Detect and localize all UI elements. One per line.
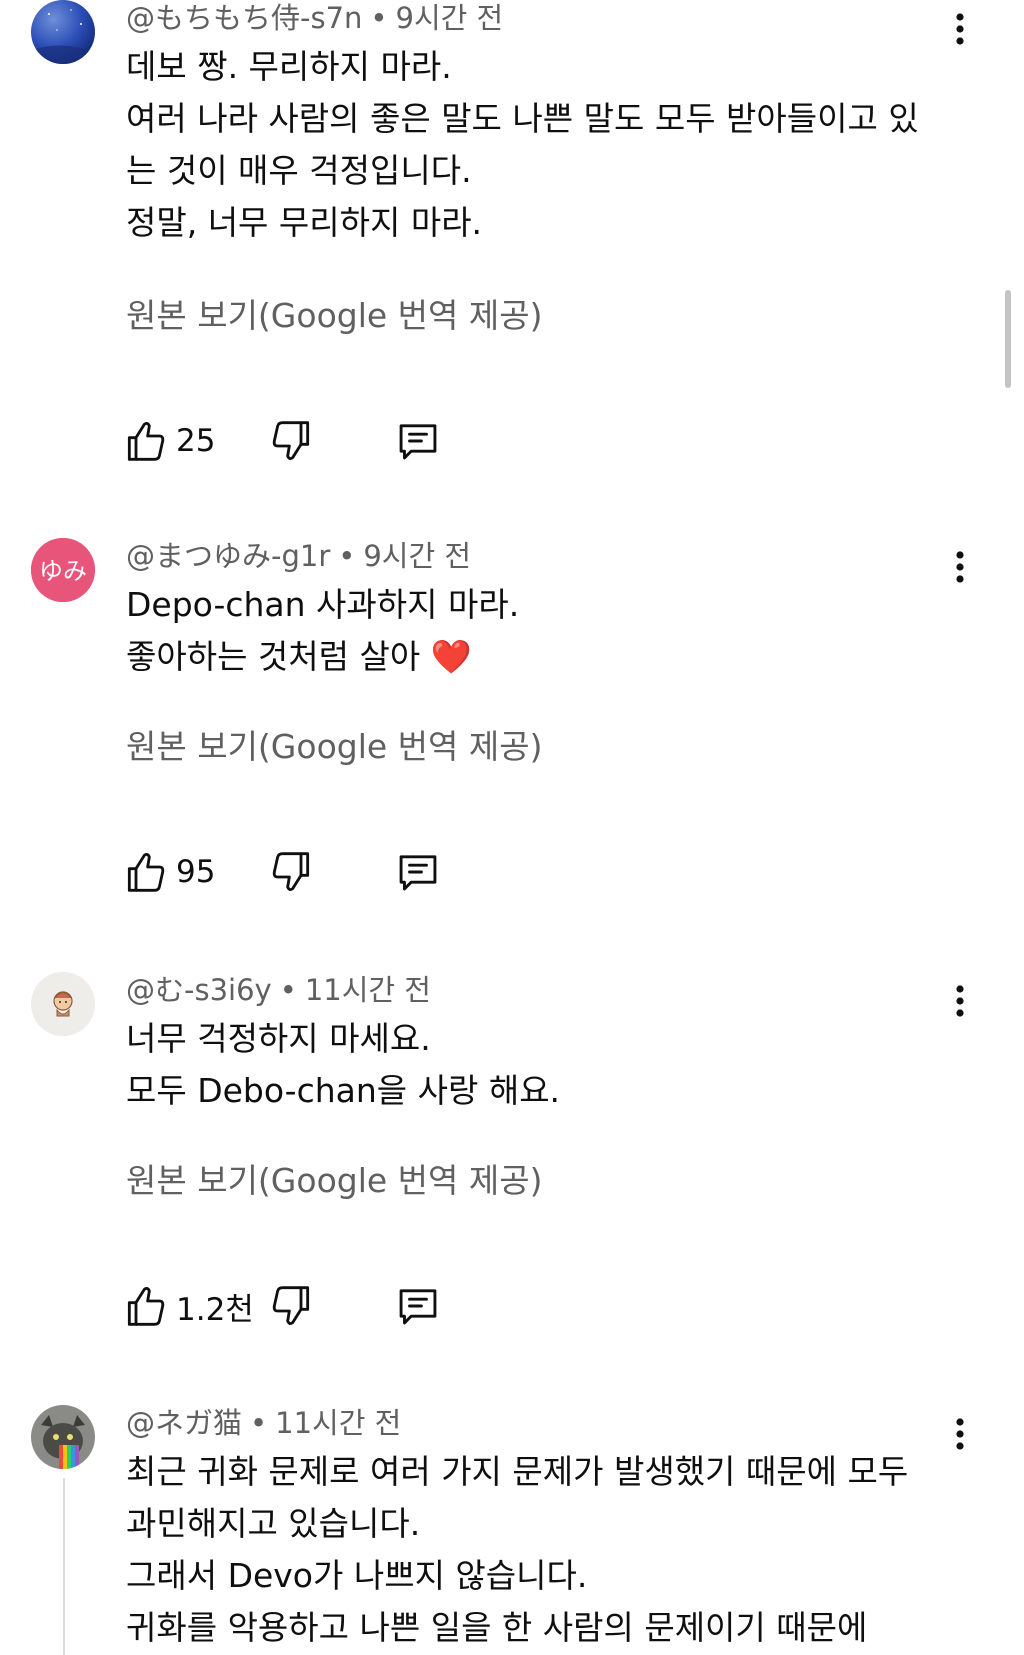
more-vertical-icon xyxy=(956,985,964,1017)
comment-text-line: 모두 Debo-chan을 사랑 해요. xyxy=(126,1071,561,1110)
avatar[interactable] xyxy=(31,0,95,64)
like-button[interactable]: 95 xyxy=(126,848,215,896)
view-original-link[interactable]: 원본 보기(Google 번역 제공) xyxy=(126,295,542,337)
more-vertical-icon xyxy=(956,551,964,583)
more-vertical-icon xyxy=(956,1418,964,1450)
comment-text-line: Depo-chan 사과하지 마라. xyxy=(126,585,520,624)
comment-text-line: 는 것이 매우 걱정입니다. xyxy=(126,151,472,190)
comment-text-line: 최근 귀화 문제로 여러 가지 문제가 발생했기 때문에 모두 xyxy=(126,1452,909,1491)
avatar[interactable] xyxy=(31,972,95,1036)
like-button[interactable]: 25 xyxy=(126,417,215,465)
comment-text-line: 그래서 Devo가 나쁘지 않습니다. xyxy=(126,1556,588,1595)
reply-comment-icon xyxy=(399,855,437,891)
separator-dot: • xyxy=(338,539,356,573)
separator-dot: • xyxy=(370,1,388,35)
comment-text-line: 정말, 너무 무리하지 마라. xyxy=(126,203,483,242)
comment-author[interactable]: @ネガ猫 xyxy=(126,1406,242,1440)
avatar-text: ゆみ xyxy=(39,557,87,585)
thumbs-up-icon xyxy=(127,1286,165,1326)
thumbs-down-icon xyxy=(272,421,310,461)
view-original-link[interactable]: 원본 보기(Google 번역 제공) xyxy=(126,726,542,768)
reply-button[interactable] xyxy=(396,848,440,896)
comment-header: @もちもち侍-s7n • 9시간 전 xyxy=(126,0,503,36)
thread-line xyxy=(63,1478,65,1655)
more-options-button[interactable] xyxy=(945,543,975,591)
separator-dot: • xyxy=(250,1406,268,1440)
scrollbar[interactable] xyxy=(1005,290,1011,388)
comment-header: @む-s3i6y • 11시간 전 xyxy=(126,972,431,1008)
comment-author[interactable]: @む-s3i6y xyxy=(126,973,272,1007)
separator-dot: • xyxy=(279,973,297,1007)
comment-text-line: 데보 짱. 무리하지 마라. xyxy=(126,47,452,86)
dislike-button[interactable] xyxy=(271,1282,311,1330)
more-vertical-icon xyxy=(956,13,964,45)
comment-time: 11시간 전 xyxy=(275,1406,402,1440)
like-count: 1.2천 xyxy=(176,1291,254,1328)
avatar[interactable] xyxy=(31,1405,95,1469)
comment-time: 11시간 전 xyxy=(304,973,431,1007)
comment-author[interactable]: @もちもち侍-s7n xyxy=(126,1,362,35)
thumbs-up-icon xyxy=(127,852,165,892)
like-count: 25 xyxy=(176,423,216,459)
comment-text-line: 귀화를 악용하고 나쁜 일을 한 사람의 문제이기 때문에 xyxy=(126,1608,868,1647)
view-original-link[interactable]: 원본 보기(Google 번역 제공) xyxy=(126,1160,542,1202)
comment-text-line: 좋아하는 것처럼 살아 ❤️ xyxy=(126,637,472,676)
comment-text-line: 여러 나라 사람의 좋은 말도 나쁜 말도 모두 받아들이고 있 xyxy=(126,99,919,138)
dislike-button[interactable] xyxy=(271,848,311,896)
reply-comment-icon xyxy=(399,424,437,460)
comment-text-line: 너무 걱정하지 마세요. xyxy=(126,1019,431,1058)
thumbs-up-icon xyxy=(127,421,165,461)
comment-author[interactable]: @まつゆみ-g1r xyxy=(126,539,330,573)
reply-button[interactable] xyxy=(396,1282,440,1330)
like-button[interactable]: 1.2천 xyxy=(126,1282,254,1330)
comment-time: 9시간 전 xyxy=(363,539,472,573)
more-options-button[interactable] xyxy=(945,977,975,1025)
comment-text-line: 과민해지고 있습니다. xyxy=(126,1504,421,1543)
like-count: 95 xyxy=(176,854,216,890)
thumbs-down-icon xyxy=(272,852,310,892)
reply-comment-icon xyxy=(399,1289,437,1325)
comment-time: 9시간 전 xyxy=(395,1,504,35)
more-options-button[interactable] xyxy=(945,1410,975,1458)
more-options-button[interactable] xyxy=(945,5,975,53)
dislike-button[interactable] xyxy=(271,417,311,465)
comment-header: @まつゆみ-g1r • 9시간 전 xyxy=(126,538,471,574)
reply-button[interactable] xyxy=(396,417,440,465)
comment-header: @ネガ猫 • 11시간 전 xyxy=(126,1405,401,1441)
thumbs-down-icon xyxy=(272,1286,310,1326)
avatar[interactable]: ゆみ xyxy=(31,538,95,602)
